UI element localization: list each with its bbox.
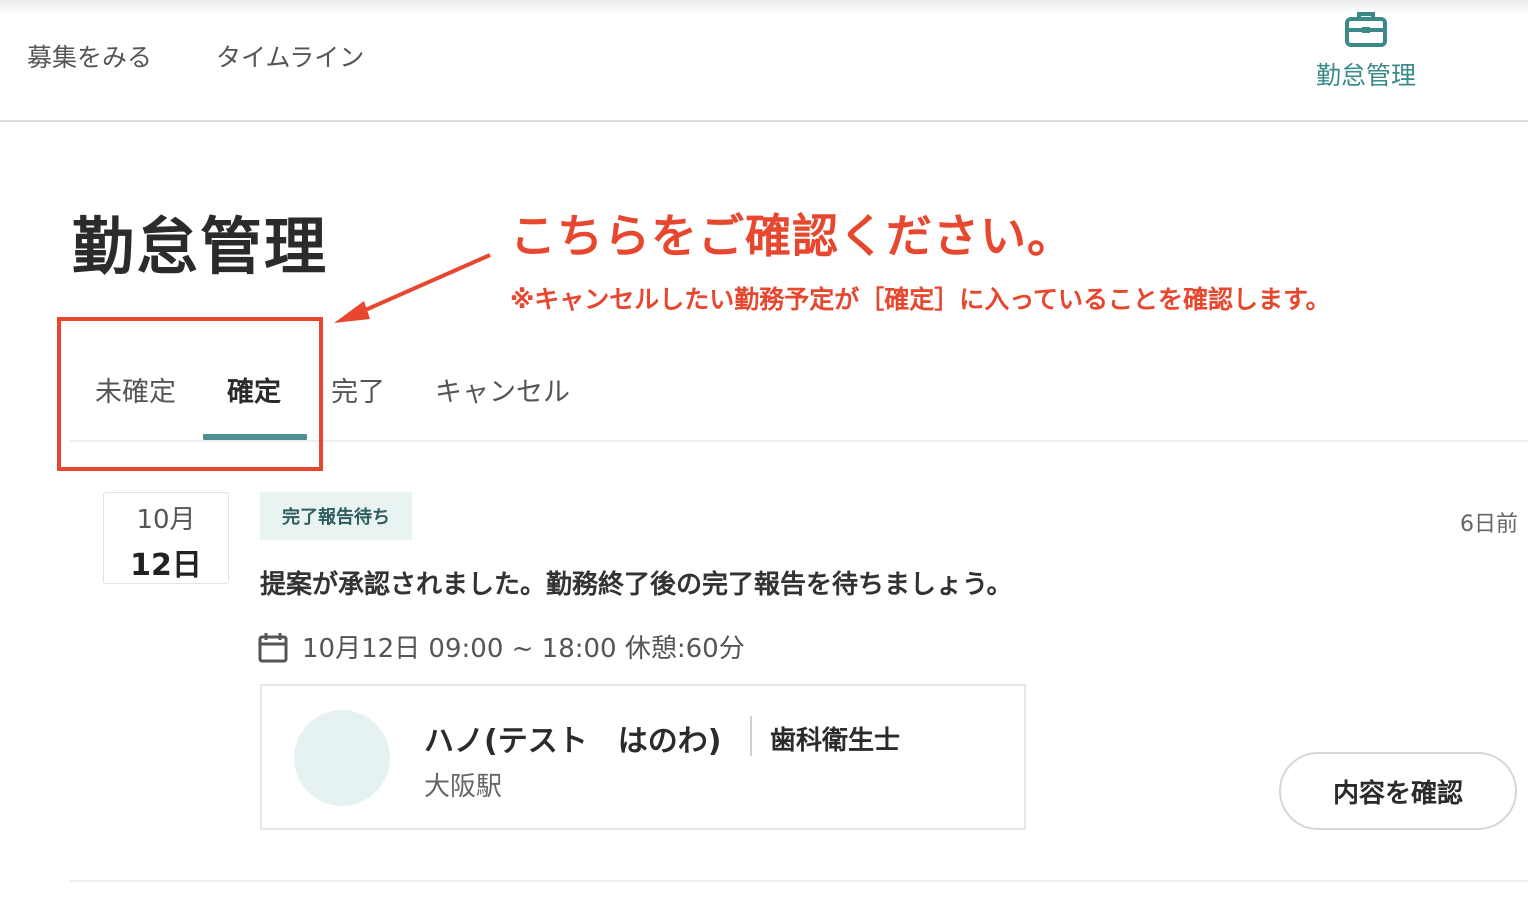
item-divider xyxy=(70,880,1528,882)
annotation-arrow xyxy=(334,253,491,323)
annotation-sub-text: ※キャンセルしたい勤務予定が［確定］に入っていることを確認します。 xyxy=(510,285,1331,314)
nav-recruit-link[interactable]: 募集をみる xyxy=(27,38,152,74)
nav-timeline-link[interactable]: タイムライン xyxy=(216,38,364,74)
worker-name: ハノ(テスト はのわ) xyxy=(424,724,722,759)
date-month: 10月 xyxy=(136,505,196,535)
date-day: 12日 xyxy=(130,548,202,583)
avatar xyxy=(294,710,390,806)
nav-attendance-link[interactable]: 勤怠管理 xyxy=(1290,10,1442,92)
top-nav-bar: 募集をみる タイムライン 勤怠管理 xyxy=(0,0,1528,122)
worker-role: 歯科衛生士 xyxy=(770,726,901,756)
calendar-icon xyxy=(258,632,288,662)
briefcase-icon xyxy=(1345,12,1387,47)
item-message: 提案が承認されました。勤務終了後の完了報告を待ちましょう。 xyxy=(260,570,1013,600)
status-badge: 完了報告待ち xyxy=(260,492,412,540)
schedule-text: 10月12日 09:00 ~ 18:00 休憩:60分 xyxy=(302,634,745,664)
worker-station: 大阪駅 xyxy=(424,772,503,802)
date-box: 10月 12日 xyxy=(103,492,229,584)
annotation-highlight-box xyxy=(57,317,323,471)
page-title: 勤怠管理 xyxy=(72,210,329,283)
nav-attendance-label: 勤怠管理 xyxy=(1315,61,1416,90)
confirm-details-button[interactable]: 内容を確認 xyxy=(1279,752,1517,830)
annotation-main-text: こちらをご確認ください。 xyxy=(510,209,1074,263)
name-role-divider xyxy=(750,716,752,756)
worker-card[interactable]: ハノ(テスト はのわ) 歯科衛生士 大阪駅 xyxy=(260,684,1026,830)
item-age: 6日前 xyxy=(1460,512,1518,537)
tab-completed[interactable]: 完了 xyxy=(331,370,385,409)
schedule-row: 10月12日 09:00 ~ 18:00 休憩:60分 xyxy=(258,628,745,665)
tab-cancelled[interactable]: キャンセル xyxy=(435,370,570,409)
